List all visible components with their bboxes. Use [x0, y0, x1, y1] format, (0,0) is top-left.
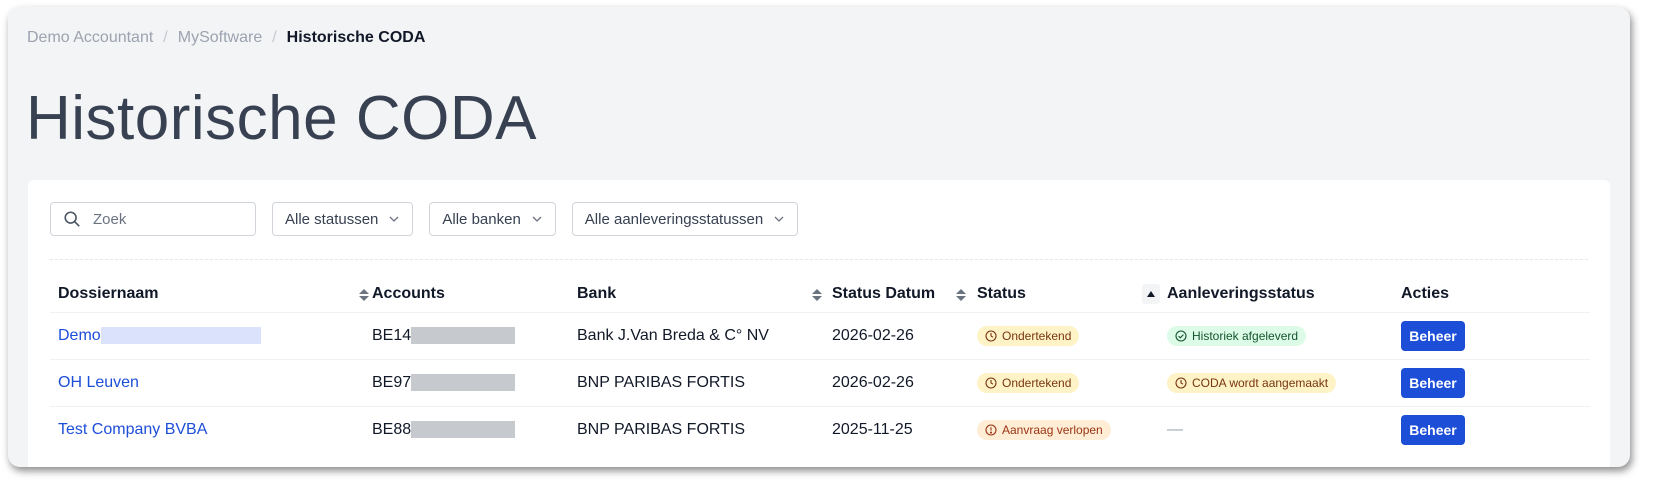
delivery-badge: Historiek afgeleverd — [1167, 325, 1307, 346]
column-header-label: Status Datum — [832, 285, 936, 302]
sort-icon[interactable] — [358, 288, 370, 302]
chevron-down-icon — [774, 216, 784, 222]
breadcrumb-item-software[interactable]: MySoftware — [178, 29, 262, 47]
filter-bar: Alle statussen Alle banken Alle aanlever… — [50, 202, 799, 236]
redacted-text — [411, 327, 516, 345]
breadcrumb-item-current: Historische CODA — [286, 29, 426, 46]
column-header-actions: Acties — [1401, 285, 1450, 302]
status-badge: Ondertekend — [977, 325, 1080, 346]
bank-cell: Bank J.Van Breda & C° NV — [577, 312, 832, 360]
breadcrumb-separator: / — [163, 29, 168, 46]
chevron-down-icon — [389, 216, 399, 222]
status-date-cell: 2026-02-26 — [832, 312, 977, 360]
delivery-cell: CODA wordt aangemaakt — [1167, 359, 1401, 407]
manage-button[interactable]: Beheer — [1401, 321, 1465, 351]
delivery-cell: Historiek afgeleverd — [1167, 312, 1401, 360]
status-date-cell: 2026-02-26 — [832, 359, 977, 407]
status-badge: Aanvraag verlopen — [977, 419, 1111, 440]
dossier-link[interactable]: Demo — [58, 327, 101, 344]
search-icon — [64, 211, 80, 227]
manage-button[interactable]: Beheer — [1401, 368, 1465, 398]
status-select[interactable]: Alle statussen — [272, 202, 414, 236]
dossier-link[interactable]: Test Company BVBA — [58, 421, 207, 438]
breadcrumb-item-accountant[interactable]: Demo Accountant — [27, 29, 153, 47]
account-cell: BE97 — [372, 359, 577, 407]
table-row: Test Company BVBA BE88 BNP PARIBAS FORTI… — [50, 406, 1590, 453]
redacted-text — [411, 374, 516, 392]
column-header-label: Dossiernaam — [58, 285, 159, 302]
sort-icon[interactable] — [811, 288, 823, 302]
sort-icon[interactable] — [955, 288, 967, 302]
status-badge-label: Ondertekend — [1002, 328, 1072, 343]
delivery-cell: — — [1167, 406, 1401, 453]
clock-icon — [1175, 376, 1187, 389]
dossier-cell: Test Company BVBA — [50, 406, 372, 453]
bank-cell: BNP PARIBAS FORTIS — [577, 406, 832, 453]
search-input[interactable] — [91, 209, 235, 229]
chevron-down-icon — [532, 216, 542, 222]
filter-divider — [50, 259, 1588, 260]
status-badge: Ondertekend — [977, 372, 1080, 393]
app-window: Demo Accountant / MySoftware / Historisc… — [8, 7, 1630, 467]
account-cell: BE14 — [372, 312, 577, 360]
column-header-accounts: Accounts — [372, 285, 445, 302]
status-badge-label: Aanvraag verlopen — [1002, 422, 1103, 437]
search-box[interactable] — [50, 202, 256, 236]
alert-circle-icon — [985, 423, 997, 436]
delivery-badge-label: Historiek afgeleverd — [1192, 328, 1299, 343]
sort-ascending-icon[interactable] — [1142, 284, 1160, 304]
table-row: OH Leuven BE97 BNP PARIBAS FORTIS 2026-0… — [50, 359, 1590, 407]
column-header-bank[interactable]: Bank — [577, 276, 832, 313]
bank-select[interactable]: Alle banken — [429, 202, 556, 236]
account-cell: BE88 — [372, 406, 577, 453]
status-select-value: Alle statussen — [285, 210, 379, 228]
dossier-cell: Demo — [50, 312, 372, 360]
status-badge-label: Ondertekend — [1002, 375, 1072, 390]
breadcrumb-separator: / — [272, 29, 277, 46]
content-card: Alle statussen Alle banken Alle aanlever… — [28, 180, 1610, 467]
redacted-text — [100, 327, 261, 345]
table-row: Demo BE14 Bank J.Van Breda & C° NV 2026-… — [50, 312, 1590, 360]
account-number: BE97 — [372, 374, 412, 391]
clock-icon — [985, 376, 997, 389]
delivery-badge: CODA wordt aangemaakt — [1167, 372, 1337, 393]
manage-button[interactable]: Beheer — [1401, 415, 1465, 445]
status-cell: Ondertekend — [977, 312, 1167, 360]
column-header-label: Status — [977, 285, 1026, 302]
status-cell: Aanvraag verlopen — [977, 406, 1167, 453]
account-number: BE88 — [372, 421, 412, 438]
actions-cell: Beheer — [1401, 359, 1590, 407]
column-header-dossier[interactable]: Dossiernaam — [50, 276, 372, 313]
dossier-cell: OH Leuven — [50, 359, 372, 407]
page-title: Historische CODA — [26, 84, 537, 153]
breadcrumb: Demo Accountant / MySoftware / Historisc… — [27, 29, 425, 47]
column-header-status-date[interactable]: Status Datum — [832, 276, 977, 313]
bank-select-value: Alle banken — [442, 210, 521, 228]
clock-icon — [985, 329, 997, 342]
actions-cell: Beheer — [1401, 406, 1590, 453]
coda-table: Dossiernaam Accounts Bank Status Datum S… — [50, 276, 1590, 453]
delivery-status-select[interactable]: Alle aanleveringsstatussen — [571, 202, 799, 236]
delivery-badge-label: CODA wordt aangemaakt — [1192, 375, 1329, 390]
column-header-status[interactable]: Status — [977, 276, 1167, 313]
delivery-status-select-value: Alle aanleveringsstatussen — [584, 210, 764, 228]
bank-cell: BNP PARIBAS FORTIS — [577, 359, 832, 407]
account-number: BE14 — [372, 327, 412, 344]
column-header-delivery: Aanleveringsstatus — [1167, 285, 1315, 302]
empty-value: — — [1167, 421, 1183, 438]
status-date-cell: 2025-11-25 — [832, 406, 977, 453]
table-header-row: Dossiernaam Accounts Bank Status Datum S… — [50, 276, 1590, 313]
check-circle-icon — [1175, 329, 1187, 342]
status-cell: Ondertekend — [977, 359, 1167, 407]
dossier-link[interactable]: OH Leuven — [58, 374, 139, 391]
column-header-label: Bank — [577, 285, 617, 302]
actions-cell: Beheer — [1401, 312, 1590, 360]
redacted-text — [411, 421, 516, 439]
